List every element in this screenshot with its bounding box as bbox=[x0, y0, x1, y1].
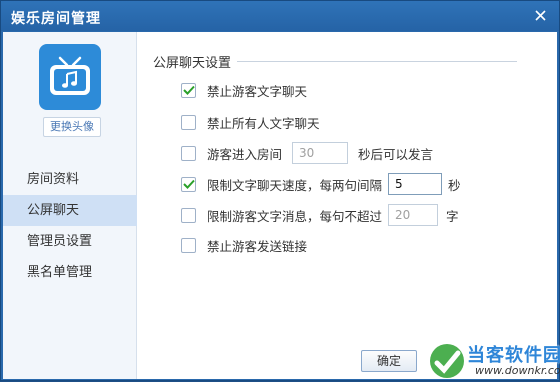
chat-speed-input[interactable] bbox=[388, 173, 443, 195]
sidebar-item-room-info[interactable]: 房间资料 bbox=[3, 164, 137, 195]
option-label: 禁止游客发送链接 bbox=[207, 238, 308, 254]
option-label-suffix: 秒后可以发言 bbox=[358, 146, 434, 162]
sidebar-item-public-chat[interactable]: 公屏聊天 bbox=[3, 195, 137, 226]
checkbox-all-no-chat[interactable] bbox=[181, 114, 196, 130]
sidebar-nav: 房间资料 公屏聊天 管理员设置 黑名单管理 bbox=[3, 164, 137, 288]
checkbox-chat-speed[interactable] bbox=[181, 176, 196, 192]
room-avatar bbox=[39, 44, 101, 110]
watermark-logo-icon bbox=[430, 344, 464, 378]
option-row-chat-speed: 限制文字聊天速度，每两句间隔 秒 bbox=[181, 173, 461, 195]
check-icon bbox=[182, 85, 195, 95]
content-area: 更换头像 房间资料 公屏聊天 管理员设置 黑名单管理 公屏聊天设置 禁止游客文字… bbox=[3, 32, 557, 379]
checkbox-guest-delay[interactable] bbox=[181, 145, 196, 161]
option-label: 限制游客文字消息，每句不超过 bbox=[207, 208, 383, 224]
tv-music-icon bbox=[50, 56, 90, 95]
guest-delay-input[interactable] bbox=[292, 142, 349, 164]
room-manager-window: 娱乐房间管理 更换头像 房间资料 公屏聊天 管理员设置 黑名单管理 公屏聊天设置… bbox=[0, 0, 560, 381]
option-row-guest-no-links: 禁止游客发送链接 bbox=[181, 234, 307, 256]
section-divider bbox=[237, 61, 517, 62]
option-row-guest-delay: 游客进入房间 秒后可以发言 bbox=[181, 142, 433, 164]
close-icon bbox=[534, 9, 546, 21]
check-icon bbox=[182, 179, 195, 189]
option-label-suffix: 字 bbox=[446, 208, 459, 224]
option-row-guest-no-chat: 禁止游客文字聊天 bbox=[181, 79, 307, 101]
settings-panel: 公屏聊天设置 禁止游客文字聊天 禁止所有人文字聊天 游客进入房间 秒后可以发言 bbox=[137, 32, 557, 379]
option-row-all-no-chat: 禁止所有人文字聊天 bbox=[181, 111, 320, 133]
watermark-url: www.downkr.com bbox=[475, 364, 560, 377]
option-label: 限制文字聊天速度，每两句间隔 bbox=[207, 177, 383, 193]
checkbox-guest-msg-length[interactable] bbox=[181, 207, 196, 223]
sidebar-item-blacklist[interactable]: 黑名单管理 bbox=[3, 257, 137, 288]
sidebar: 更换头像 房间资料 公屏聊天 管理员设置 黑名单管理 bbox=[3, 32, 137, 379]
option-label: 禁止游客文字聊天 bbox=[207, 83, 308, 99]
option-label: 禁止所有人文字聊天 bbox=[207, 115, 320, 131]
change-avatar-button[interactable]: 更换头像 bbox=[43, 117, 101, 137]
ok-button[interactable]: 确定 bbox=[361, 350, 417, 372]
window-title: 娱乐房间管理 bbox=[11, 11, 101, 27]
checkbox-guest-no-chat[interactable] bbox=[181, 82, 196, 98]
checkbox-guest-no-links[interactable] bbox=[181, 237, 196, 253]
title-bar: 娱乐房间管理 bbox=[1, 1, 559, 31]
guest-msg-length-input[interactable] bbox=[388, 204, 439, 226]
watermark: 当客软件园 www.downkr.com bbox=[425, 339, 560, 382]
sidebar-item-admin-settings[interactable]: 管理员设置 bbox=[3, 226, 137, 257]
option-label-suffix: 秒 bbox=[448, 177, 461, 193]
option-row-guest-msg-length: 限制游客文字消息，每句不超过 字 bbox=[181, 204, 459, 226]
close-button[interactable] bbox=[529, 5, 551, 25]
option-label: 游客进入房间 bbox=[207, 146, 283, 162]
section-title: 公屏聊天设置 bbox=[153, 56, 232, 71]
